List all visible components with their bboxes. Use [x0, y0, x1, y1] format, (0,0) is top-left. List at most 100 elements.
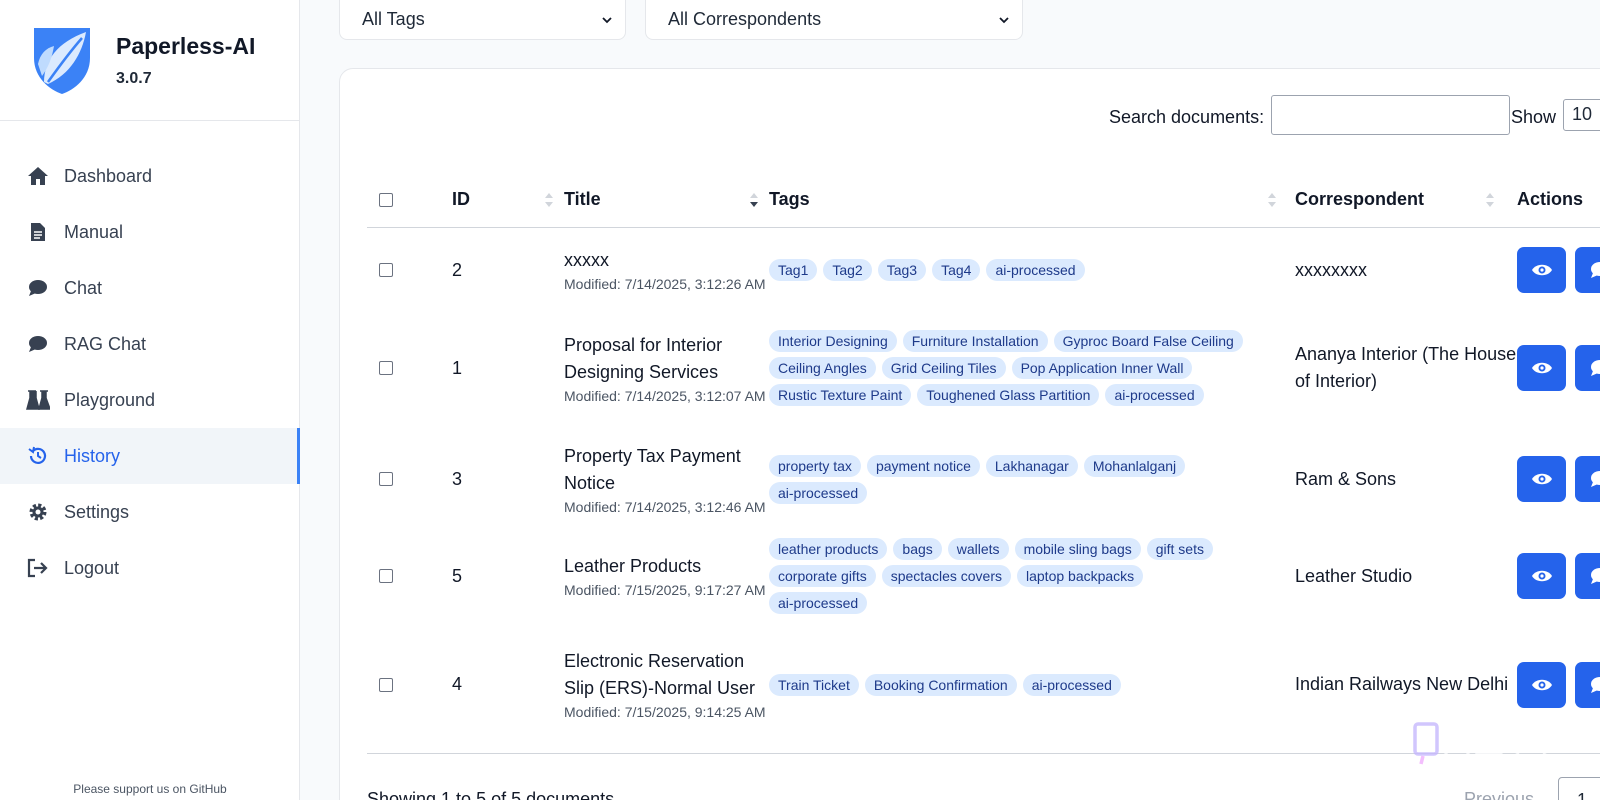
logout-icon — [26, 556, 50, 580]
chat-document-button[interactable] — [1575, 247, 1600, 294]
row-checkbox[interactable] — [379, 472, 393, 486]
document-title: Electronic Reservation Slip (ERS)-Normal… — [564, 651, 756, 699]
tag-badge: Tag2 — [823, 259, 872, 282]
search-input[interactable] — [1271, 95, 1510, 135]
table-row: 3 Property Tax Payment Notice Modified: … — [367, 423, 1600, 535]
view-document-button[interactable] — [1517, 456, 1566, 502]
select-all-checkbox[interactable] — [379, 192, 393, 207]
chat-document-button[interactable] — [1575, 553, 1600, 599]
documents-table: ID Title Tags Correspondent Actions 2 xx… — [367, 173, 1600, 754]
tag-badge: ai-processed — [1105, 384, 1204, 406]
document-modified: Modified: 7/14/2025, 3:12:46 AM — [564, 498, 766, 515]
document-id: 4 — [452, 674, 463, 695]
tag-badge: wallets — [947, 538, 1009, 560]
document-title: Proposal for Interior Designing Services — [564, 334, 723, 382]
search-label: Search documents: — [1109, 107, 1265, 127]
column-header-tags[interactable]: Tags — [769, 173, 1295, 228]
home-icon — [26, 164, 50, 188]
chat-bubble-icon — [1590, 568, 1600, 584]
sidebar-item-rag-chat[interactable]: RAG Chat — [0, 316, 300, 372]
column-header-correspondent[interactable]: Correspondent — [1295, 173, 1517, 228]
tags-filter-value: All Tags — [362, 9, 425, 29]
sidebar-item-label: Manual — [64, 221, 124, 242]
app-name: Paperless-AI — [116, 32, 256, 59]
previous-page-button[interactable]: Previous — [1464, 789, 1534, 800]
view-document-button[interactable] — [1517, 661, 1566, 708]
correspondents-filter-value: All Correspondents — [668, 9, 822, 29]
chat-document-button[interactable] — [1575, 345, 1600, 391]
sidebar-item-settings[interactable]: Settings — [0, 484, 300, 540]
table-row: 1 Proposal for Interior Designing Servic… — [367, 313, 1600, 423]
tag-badge: payment notice — [866, 454, 980, 477]
documents-card: Search documents: Show 10 ID Title Tags — [339, 68, 1600, 800]
chevron-down-icon — [999, 16, 1009, 23]
tag-badge: Booking Confirmation — [864, 673, 1017, 696]
tag-badge: gift sets — [1146, 538, 1213, 560]
history-icon — [26, 444, 50, 468]
chat-bubble-icon — [26, 276, 50, 300]
github-support-link[interactable]: Please support us on GitHub — [0, 782, 300, 796]
document-id: 2 — [452, 259, 463, 280]
document-title: Property Tax Payment Notice — [564, 445, 741, 493]
chat-document-button[interactable] — [1575, 661, 1600, 708]
row-checkbox[interactable] — [379, 361, 393, 375]
pagination-info: Showing 1 to 5 of 5 documents — [367, 789, 615, 800]
tag-list: property tax payment notice Lakhanagar M… — [769, 454, 1244, 504]
tag-badge: bags — [893, 538, 942, 560]
sidebar-item-chat[interactable]: Chat — [0, 260, 300, 316]
app-version: 3.0.7 — [116, 69, 152, 87]
chat-bubble-icon — [26, 332, 50, 356]
sidebar-item-label: Logout — [64, 557, 120, 578]
sidebar-item-label: History — [64, 445, 121, 466]
page-number-button[interactable]: 1 — [1558, 777, 1600, 800]
chat-document-button[interactable] — [1575, 456, 1600, 502]
tag-badge: ai-processed — [1022, 673, 1121, 696]
tag-badge: Pop Application Inner Wall — [1011, 357, 1193, 379]
sidebar-item-label: Chat — [64, 277, 103, 298]
sidebar-item-label: Dashboard — [64, 165, 153, 186]
sidebar-item-history[interactable]: History — [0, 428, 300, 484]
column-header-title[interactable]: Title — [564, 173, 769, 228]
sidebar-item-dashboard[interactable]: Dashboard — [0, 148, 300, 204]
tag-badge: mobile sling bags — [1014, 538, 1141, 560]
sidebar-item-playground[interactable]: Playground — [0, 372, 300, 428]
tag-badge: ai-processed — [769, 592, 868, 614]
document-correspondent: Ananya Interior (The House of Interior) — [1295, 344, 1517, 391]
eye-icon — [1531, 679, 1552, 690]
row-checkbox[interactable] — [379, 263, 393, 278]
table-header-row: ID Title Tags Correspondent Actions — [367, 173, 1600, 228]
view-document-button[interactable] — [1517, 247, 1566, 294]
column-header-id[interactable]: ID — [452, 173, 564, 228]
brand: Paperless-AI 3.0.7 — [0, 0, 299, 121]
tag-badge: corporate gifts — [769, 565, 876, 587]
tag-badge: Rustic Texture Paint — [769, 384, 912, 406]
row-checkbox[interactable] — [379, 569, 393, 583]
tag-badge: ai-processed — [769, 481, 868, 504]
chat-bubble-icon — [1590, 676, 1600, 693]
document-id: 3 — [452, 468, 463, 489]
select-all-header — [367, 173, 452, 228]
xda-watermark-logo-icon — [1413, 719, 1547, 765]
correspondents-filter-select[interactable]: All Correspondents — [645, 0, 1023, 40]
tags-filter-select[interactable]: All Tags — [339, 0, 626, 40]
document-title: Leather Products — [564, 556, 702, 576]
eye-icon — [1531, 265, 1552, 276]
flask-icon — [26, 388, 50, 412]
document-modified: Modified: 7/14/2025, 3:12:07 AM — [564, 387, 766, 404]
tag-badge: ai-processed — [986, 259, 1085, 282]
page-size-select[interactable]: 10 — [1563, 99, 1600, 131]
sidebar-item-logout[interactable]: Logout — [0, 540, 300, 596]
tag-badge: Mohanlalganj — [1083, 454, 1186, 477]
row-checkbox[interactable] — [379, 677, 393, 692]
column-header-actions: Actions — [1517, 173, 1600, 228]
tag-badge: Toughened Glass Partition — [917, 384, 1100, 406]
tag-badge: Tag3 — [877, 259, 927, 282]
chat-bubble-icon — [1590, 360, 1600, 376]
tag-badge: spectacles covers — [881, 565, 1011, 587]
view-document-button[interactable] — [1517, 553, 1566, 599]
document-modified: Modified: 7/15/2025, 9:17:27 AM — [564, 582, 766, 598]
view-document-button[interactable] — [1517, 345, 1566, 391]
sidebar: Paperless-AI 3.0.7 Dashboard Manual Chat — [0, 0, 300, 800]
sidebar-item-manual[interactable]: Manual — [0, 204, 300, 260]
gear-icon — [26, 500, 50, 524]
